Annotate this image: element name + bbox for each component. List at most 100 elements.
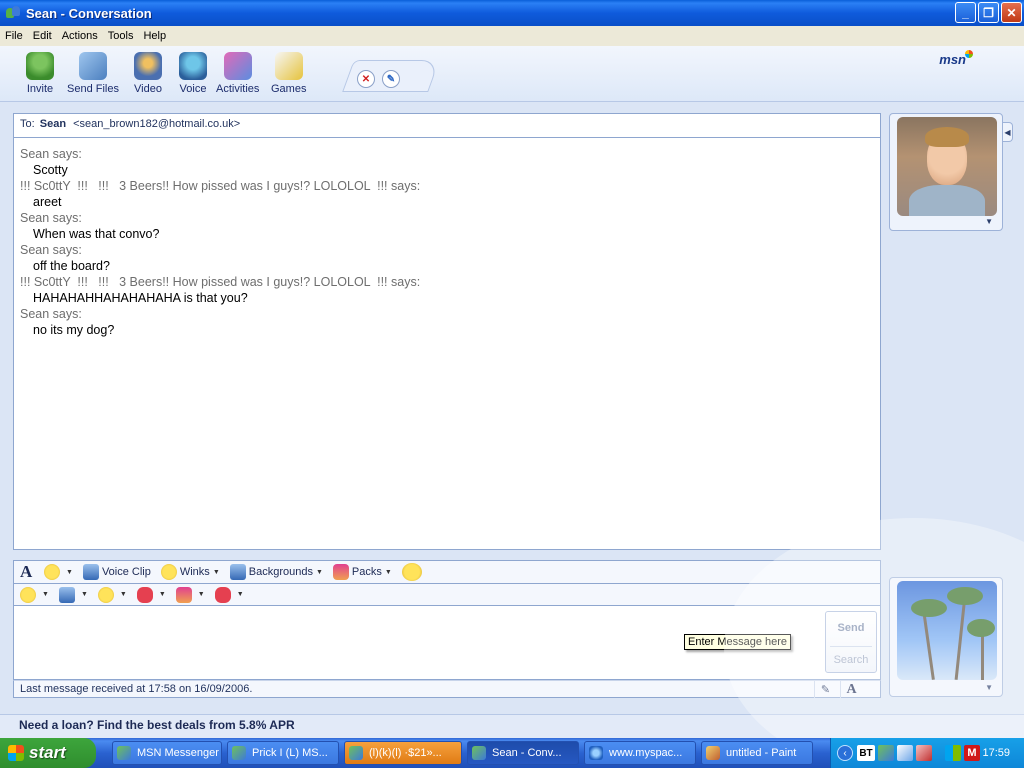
msn-tray-icon[interactable]	[878, 745, 894, 761]
search-button[interactable]: Search	[830, 646, 872, 672]
task-label: MSN Messenger	[137, 747, 219, 759]
app-tray-icon[interactable]	[945, 745, 961, 761]
invite-button[interactable]: Invite	[26, 52, 54, 95]
smiley-icon	[20, 586, 36, 603]
send-files-icon	[78, 52, 107, 80]
taskbar: start MSN Messenger Prick I (L) MS... (l…	[0, 738, 1024, 768]
handwriting-icon[interactable]: ✎	[814, 681, 836, 698]
task-msn-messenger[interactable]: MSN Messenger	[112, 741, 222, 765]
emoticon-toolbar: ▼ ▼ ▼ ▼ ▼ ▼	[13, 584, 881, 606]
shield-icon[interactable]	[916, 745, 932, 761]
paint-icon	[706, 746, 720, 760]
packs-label: Packs	[351, 566, 382, 578]
chevron-down-icon[interactable]: ▼	[985, 683, 993, 692]
invite-label: Invite	[26, 83, 54, 95]
clock: 17:59	[982, 747, 1010, 759]
font-icon[interactable]: A	[20, 562, 36, 582]
type-mode-icon[interactable]: A	[840, 681, 862, 698]
video-button[interactable]: Video	[134, 52, 162, 95]
emoticon-3-button[interactable]: ▼	[97, 586, 127, 603]
chevron-down-icon[interactable]: ▼	[985, 217, 993, 226]
nudge-button[interactable]	[401, 563, 425, 581]
to-label: To:	[20, 118, 35, 130]
video-label: Video	[134, 83, 162, 95]
voice-label: Voice	[179, 83, 207, 95]
minimize-button[interactable]: _	[955, 2, 976, 23]
my-display-picture[interactable]	[897, 581, 997, 680]
system-tray: ‹ BT M 17:59	[830, 738, 1024, 768]
send-files-button[interactable]: Send Files	[67, 52, 119, 95]
emoticons-button[interactable]: ▼	[44, 564, 73, 580]
conversation-history[interactable]: Sean says: Scotty !!! Sc0ttY !!! !!! 3 Bee…	[13, 137, 881, 550]
palette-icon	[175, 586, 192, 603]
lips-icon	[136, 586, 153, 603]
send-button[interactable]: Send	[826, 612, 876, 644]
activities-button[interactable]: Activities	[216, 52, 259, 95]
menu-file[interactable]: File	[0, 30, 28, 42]
emoticon-6-button[interactable]: ▼	[214, 586, 244, 603]
task-paint[interactable]: untitled - Paint	[701, 741, 813, 765]
message-text: When was that convo?	[33, 227, 160, 241]
message-input[interactable]: Enter Message here Send Search	[13, 606, 881, 680]
landscape-icon	[229, 564, 246, 580]
contact-display-picture-panel: ▼	[889, 113, 1003, 231]
conversation-window: Invite Send Files Video Voice Activities…	[0, 46, 1024, 738]
backgrounds-button[interactable]: Backgrounds ▼	[229, 564, 323, 580]
menu-tools[interactable]: Tools	[103, 30, 139, 42]
task-label: untitled - Paint	[726, 747, 797, 759]
network-icon[interactable]	[897, 745, 913, 761]
start-button[interactable]: start	[0, 738, 96, 768]
emoticon-5-button[interactable]: ▼	[175, 586, 205, 603]
voice-clip-label: Voice Clip	[101, 566, 151, 578]
hand-icon	[97, 586, 114, 603]
window-title: Sean - Conversation	[26, 5, 152, 21]
packs-button[interactable]: Packs ▼	[332, 564, 392, 580]
message-sender: Sean says:	[20, 243, 82, 257]
contact-display-picture[interactable]	[897, 117, 997, 216]
activities-icon	[223, 52, 252, 80]
format-toolbar: A ▼ Voice Clip Winks ▼ Backgrounds ▼ Packs…	[13, 560, 881, 584]
task-label: Sean - Conv...	[492, 747, 562, 759]
speaker-icon	[82, 564, 99, 580]
menu-help[interactable]: Help	[138, 30, 171, 42]
message-sender: !!! Sc0ttY !!! !!! 3 Beers!! How pissed …	[20, 275, 421, 289]
emoticon-4-button[interactable]: ▼	[136, 586, 166, 603]
send-files-label: Send Files	[67, 83, 119, 95]
block-icon[interactable]: ✕	[357, 70, 375, 88]
message-text: off the board?	[33, 259, 110, 273]
menu-actions[interactable]: Actions	[57, 30, 103, 42]
emoticon-2-button[interactable]: ▼	[58, 586, 88, 603]
voice-clip-button[interactable]: Voice Clip	[82, 564, 151, 580]
title-bar[interactable]: Sean - Conversation _ ❐ ✕	[0, 0, 1024, 26]
status-bar: Last message received at 17:58 on 16/09/…	[13, 680, 881, 698]
theme-icon[interactable]: ✎	[382, 70, 400, 88]
emoticon-1-button[interactable]: ▼	[20, 586, 49, 603]
collapse-sidebar-icon[interactable]: ◀	[1003, 122, 1013, 142]
close-button[interactable]: ✕	[1001, 2, 1022, 23]
msn-icon	[117, 746, 131, 760]
task-sean-conversation[interactable]: Sean - Conv...	[467, 741, 579, 765]
maximize-button[interactable]: ❐	[978, 2, 999, 23]
task-label: www.myspac...	[609, 747, 683, 759]
message-sender: Sean says:	[20, 211, 82, 225]
bt-icon[interactable]: BT	[857, 745, 875, 761]
ad-banner[interactable]: Need a loan? Find the best deals from 5.…	[0, 714, 1024, 738]
mcafee-icon[interactable]: M	[964, 745, 980, 761]
menu-edit[interactable]: Edit	[28, 30, 57, 42]
show-hidden-icons-icon[interactable]: ‹	[837, 745, 853, 761]
task-conversation-1[interactable]: Prick I (L) MS...	[227, 741, 339, 765]
task-myspace[interactable]: www.myspac...	[584, 741, 696, 765]
message-sender: !!! Sc0ttY !!! !!! 3 Beers!! How pissed …	[20, 179, 421, 193]
smiley-icon	[44, 564, 60, 580]
invite-icon	[26, 52, 54, 80]
voice-button[interactable]: Voice	[179, 52, 207, 95]
to-bar: To: Sean <sean_brown182@hotmail.co.uk>	[13, 113, 881, 137]
games-label: Games	[271, 83, 307, 95]
winks-button[interactable]: Winks ▼	[160, 564, 220, 580]
winks-label: Winks	[179, 566, 210, 578]
games-button[interactable]: Games	[271, 52, 306, 95]
windows-logo-icon	[8, 745, 24, 761]
msn-icon	[232, 746, 246, 760]
gift-icon	[332, 564, 349, 580]
task-conversation-2[interactable]: (l)(k)(l) ·$21»...	[344, 741, 462, 765]
